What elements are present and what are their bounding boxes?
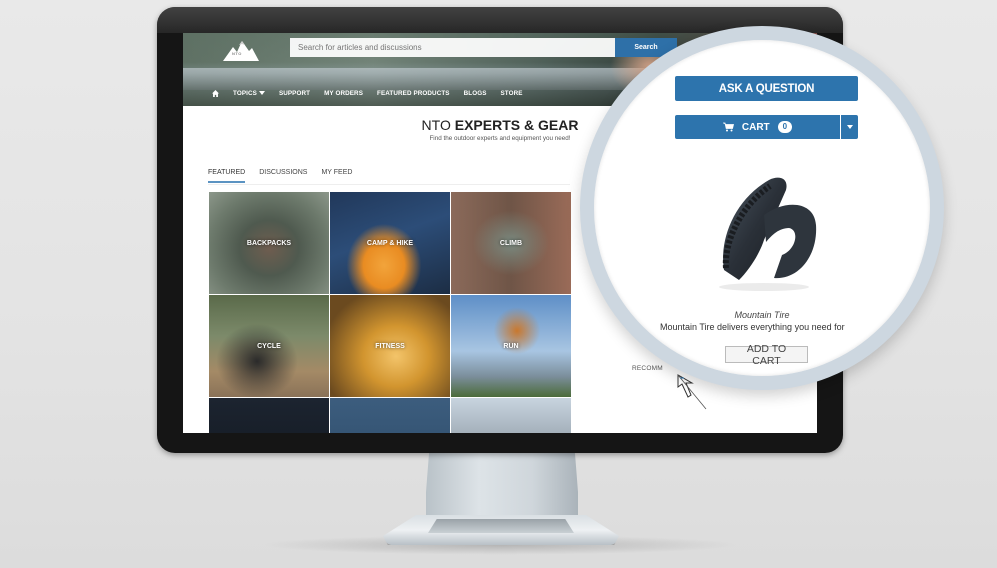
product-image-mountain-tire[interactable] — [704, 170, 834, 295]
logo-text: NTO — [232, 51, 242, 56]
nav-topics[interactable]: Topics — [226, 90, 272, 97]
cart-label: CART — [741, 121, 770, 133]
topic-tile-camp-hike[interactable]: Camp & Hike — [330, 192, 450, 294]
tabs-divider — [208, 184, 570, 185]
ask-question-button[interactable]: ASK A QUESTION — [675, 76, 858, 101]
tab-featured[interactable]: Featured — [208, 169, 246, 183]
product-description: Mountain Tire delivers everything you ne… — [660, 322, 845, 332]
nav-support[interactable]: Support — [272, 90, 317, 97]
nto-logo-icon[interactable] — [223, 39, 259, 61]
topic-label: Climb — [499, 239, 523, 247]
topic-grid: Backpacks Camp & Hike Climb Cycle Fitnes… — [209, 192, 571, 433]
topic-tile-run[interactable]: Run — [451, 295, 571, 397]
product-name[interactable]: Mountain Tire — [594, 310, 930, 320]
monitor-stand-neck — [426, 453, 578, 518]
page-title-main: EXPERTS & GEAR — [454, 117, 579, 133]
cart-icon — [722, 122, 734, 132]
monitor-stand-cable-slot — [428, 519, 574, 533]
topic-tile-fitness[interactable]: Fitness — [330, 295, 450, 397]
nav-topics-label: Topics — [233, 89, 257, 97]
nav-store[interactable]: Store — [494, 90, 530, 97]
topic-tile[interactable] — [451, 398, 571, 433]
page-title-prefix: NTO — [421, 117, 451, 133]
caret-down-icon — [846, 125, 853, 129]
topic-label: Camp & Hike — [366, 239, 414, 247]
home-icon — [212, 89, 219, 97]
nav-featured-products[interactable]: Featured Products — [370, 90, 457, 97]
topic-label: Cycle — [257, 342, 281, 350]
tab-my-feed[interactable]: My Feed — [321, 169, 352, 183]
cart-dropdown-toggle[interactable] — [841, 115, 858, 139]
nav-blogs[interactable]: Blogs — [457, 90, 494, 97]
cart-button[interactable]: CART 0 — [675, 115, 840, 139]
cart-count-badge: 0 — [777, 121, 793, 133]
nav-home[interactable] — [205, 89, 226, 97]
topic-tile-climb[interactable]: Climb — [451, 192, 571, 294]
topic-label: Backpacks — [246, 239, 292, 247]
topic-tile-backpacks[interactable]: Backpacks — [209, 192, 329, 294]
chevron-down-icon — [258, 91, 265, 95]
add-to-cart-button[interactable]: ADD TO CART — [725, 343, 808, 367]
topic-tile-cycle[interactable]: Cycle — [209, 295, 329, 397]
topic-tile[interactable] — [209, 398, 329, 433]
topic-tile[interactable] — [330, 398, 450, 433]
content-tabs: Featured Discussions My Feed — [208, 169, 352, 183]
search-input[interactable] — [290, 38, 615, 57]
topic-label: Run — [503, 342, 519, 350]
tab-discussions[interactable]: Discussions — [259, 169, 307, 183]
main-nav: Topics Support My Orders Featured Produc… — [205, 86, 530, 100]
nav-my-orders[interactable]: My Orders — [317, 90, 370, 97]
recommended-heading: RECOMM — [632, 365, 663, 372]
magnifier-zoom-callout: ASK A QUESTION CART 0 Mountain Tire Moun… — [580, 26, 944, 390]
topic-label: Fitness — [375, 342, 405, 350]
